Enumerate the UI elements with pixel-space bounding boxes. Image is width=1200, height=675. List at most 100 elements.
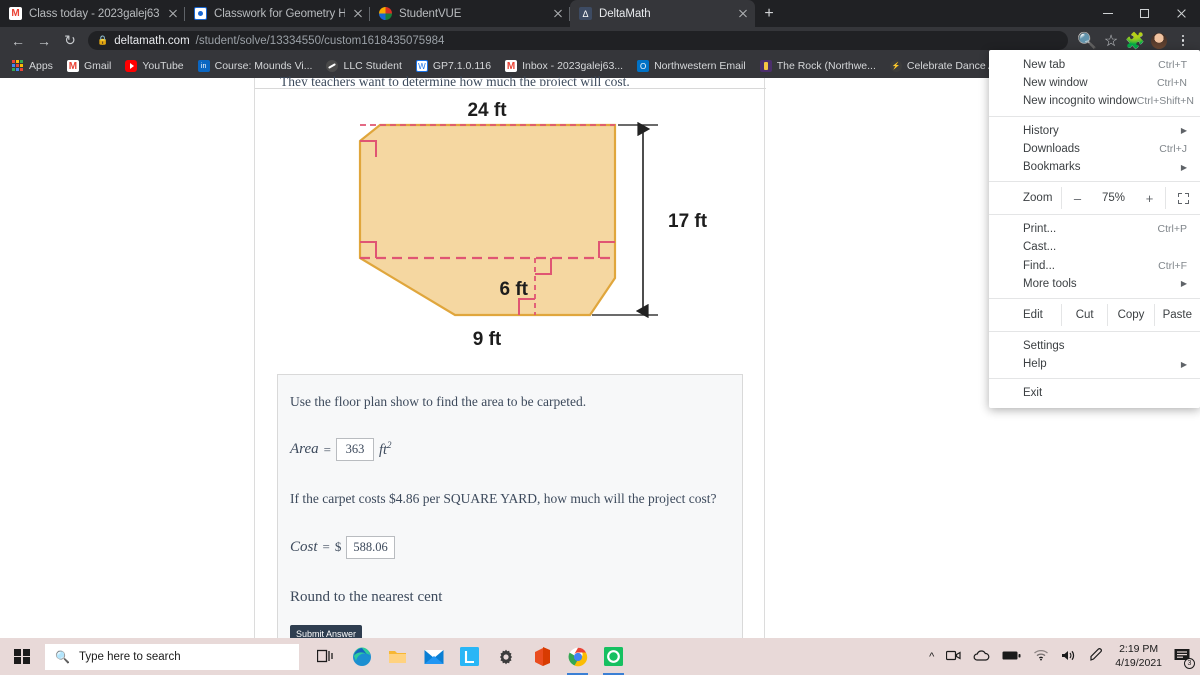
tab-close-icon[interactable] [737,8,749,20]
maximize-button[interactable] [1126,0,1163,27]
equals-sign: = [322,539,330,554]
tab-close-icon[interactable] [352,8,364,20]
clock-date: 4/19/2021 [1115,656,1162,669]
menu-item-new-window[interactable]: New window Ctrl+N [989,74,1200,92]
area-answer-row: Area = 363 ft2 [290,438,730,462]
bookmark-llc-student[interactable]: LLC Student [320,58,407,74]
battery-icon[interactable] [1002,650,1021,664]
pen-icon[interactable] [1089,648,1103,665]
menu-item-exit[interactable]: Exit [989,384,1200,402]
menu-item-bookmarks[interactable]: Bookmarks ▶ [989,158,1200,176]
area-input[interactable]: 363 [335,438,374,462]
chrome-menu-icon[interactable] [1172,30,1194,52]
chevron-right-icon: ▶ [1180,162,1187,172]
menu-item-cast[interactable]: Cast... [989,238,1200,256]
new-tab-button[interactable]: + [755,0,783,27]
tab-close-icon[interactable] [167,8,179,20]
menu-item-print[interactable]: Print... Ctrl+P [989,220,1200,238]
office-icon[interactable] [525,638,558,675]
apps-grid-icon [12,60,24,72]
file-explorer-icon[interactable] [381,638,414,675]
prompt-cost-question: If the carpet costs $4.86 per SQUARE YAR… [290,491,717,507]
bookmark-youtube[interactable]: YouTube [119,58,189,74]
youtube-icon [125,60,138,72]
area-label: Area [290,441,319,458]
cost-label: Cost [290,538,318,555]
microsoft-edge-icon[interactable] [345,638,378,675]
mail-icon[interactable] [417,638,450,675]
bookmark-gp7[interactable]: GP7.1.0.116 [410,58,497,74]
extensions-icon[interactable]: 🧩 [1124,30,1146,52]
close-window-button[interactable] [1163,0,1200,27]
bookmark-course-mounds[interactable]: Course: Mounds Vi... [192,58,319,74]
bookmark-the-rock[interactable]: The Rock (Northwe... [754,58,882,74]
divider [255,88,766,89]
menu-item-new-incognito-window[interactable]: New incognito window Ctrl+Shift+N [989,92,1200,110]
show-hidden-icons[interactable]: ^ [929,651,934,663]
tab-classwork-geometry[interactable]: Classwork for Geometry Hour 5 [185,0,370,27]
settings-gear-icon[interactable] [489,638,522,675]
search-icon[interactable]: 🔍 [1076,30,1098,52]
bookmark-label: The Rock (Northwe... [776,60,876,72]
google-chrome-icon[interactable] [561,638,594,675]
reload-icon[interactable]: ↻ [58,29,82,53]
bookmark-inbox[interactable]: Inbox - 2023galej63... [499,58,629,74]
lightshot-icon[interactable] [453,638,486,675]
tab-title: Class today - 2023galej63@moun [29,7,160,20]
bookmark-label: Northwestern Email [654,60,746,72]
messages-icon[interactable] [597,638,630,675]
taskbar-clock[interactable]: 2:19 PM 4/19/2021 [1115,643,1162,669]
gp7-icon [415,60,428,72]
cost-input[interactable]: 588.06 [346,535,395,559]
fullscreen-button[interactable] [1165,187,1200,210]
zoom-level: 75% [1101,192,1126,205]
bookmark-label: GP7.1.0.116 [432,60,492,72]
taskbar-search-input[interactable]: 🔍 Type here to search [45,643,299,670]
onedrive-icon[interactable] [973,649,990,664]
url-path: /student/solve/13334550/custom1618435075… [195,34,445,47]
menu-item-settings[interactable]: Settings [989,337,1200,355]
tab-close-icon[interactable] [552,8,564,20]
menu-item-history[interactable]: History ▶ [989,122,1200,140]
back-arrow-icon[interactable]: ← [6,29,30,53]
url-domain: deltamath.com [114,34,190,47]
menu-item-help[interactable]: Help ▶ [989,355,1200,373]
edit-paste-button[interactable]: Paste [1153,303,1200,326]
camera-icon[interactable] [946,649,961,665]
bookmark-gmail[interactable]: Gmail [61,58,117,74]
gmail-icon [9,7,22,20]
bookmark-apps[interactable]: Apps [6,58,59,74]
menu-divider [989,297,1200,299]
prompt-area-question: Use the floor plan show to find the area… [290,394,587,409]
volume-icon[interactable] [1061,649,1077,665]
zoom-label: Zoom [1023,192,1053,205]
tab-class-today[interactable]: Class today - 2023galej63@moun [0,0,185,27]
task-view-icon[interactable] [309,638,342,675]
zoom-out-button[interactable]: – [1065,191,1091,206]
bookmark-northwestern-email[interactable]: Northwestern Email [631,58,752,74]
notifications-icon[interactable]: 3 [1174,648,1195,669]
menu-divider [989,115,1200,117]
edit-copy-button[interactable]: Copy [1107,303,1153,326]
forward-arrow-icon[interactable]: → [32,29,56,53]
chrome-main-menu: New tab Ctrl+T New window Ctrl+N New inc… [989,50,1200,409]
tab-title: StudentVUE [399,7,462,20]
star-icon[interactable]: ☆ [1100,30,1122,52]
area-unit: ft2 [378,440,392,459]
menu-item-more-tools[interactable]: More tools ▶ [989,275,1200,293]
menu-divider [989,330,1200,332]
windows-start-icon[interactable] [0,638,44,675]
wifi-icon[interactable] [1033,649,1049,664]
address-bar[interactable]: 🔒 deltamath.com/student/solve/13334550/c… [88,31,1068,50]
menu-item-downloads[interactable]: Downloads Ctrl+J [989,140,1200,158]
menu-item-new-tab[interactable]: New tab Ctrl+T [989,56,1200,74]
menu-item-find[interactable]: Find... Ctrl+F [989,257,1200,275]
zoom-in-button[interactable]: + [1137,191,1163,206]
edit-cut-button[interactable]: Cut [1061,303,1107,326]
profile-avatar[interactable] [1148,30,1170,52]
bookmark-label: Apps [29,60,53,72]
browser-window: Class today - 2023galej63@moun Classwork… [0,0,1200,675]
tab-deltamath[interactable]: DeltaMath [570,0,755,27]
tab-studentvue[interactable]: StudentVUE [370,0,570,27]
minimize-button[interactable] [1089,0,1126,27]
